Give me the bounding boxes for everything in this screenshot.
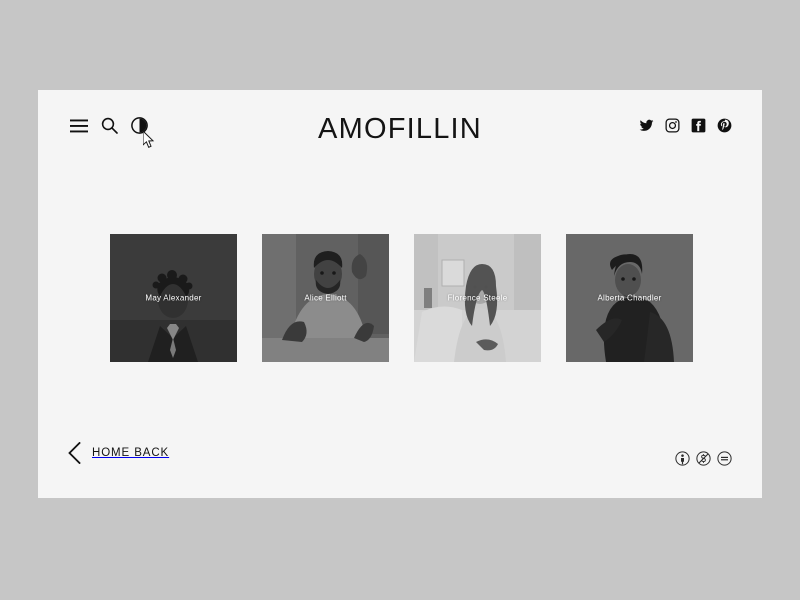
viewport: AMOFILLIN May Alexander Alice Elliott Fl… [0,0,800,600]
cc-nd-icon [717,451,732,466]
photo-overlay [262,234,389,362]
home-back-label: HOME BACK [92,447,170,459]
photo-overlay [110,234,237,362]
social-links [639,118,732,133]
photo-overlay [566,234,693,362]
profile-card[interactable]: Alberta Chandler [566,234,693,362]
site-header: AMOFILLIN [38,90,762,170]
twitter-icon[interactable] [639,118,654,133]
cc-by-icon [675,451,690,466]
pinterest-icon[interactable] [717,118,732,133]
home-back-link[interactable]: HOME BACK [68,442,169,464]
page-sheet: AMOFILLIN May Alexander Alice Elliott Fl… [38,90,762,498]
cc-nc-icon [696,451,711,466]
creative-commons-licenses [675,451,732,466]
chevron-left-icon [68,442,81,464]
profile-card[interactable]: Florence Steele [414,234,541,362]
profile-gallery: May Alexander Alice Elliott Florence Ste… [110,234,693,362]
profile-card[interactable]: Alice Elliott [262,234,389,362]
site-footer: HOME BACK [38,420,762,498]
photo-overlay [414,234,541,362]
instagram-icon[interactable] [665,118,680,133]
facebook-icon[interactable] [691,118,706,133]
profile-card[interactable]: May Alexander [110,234,237,362]
